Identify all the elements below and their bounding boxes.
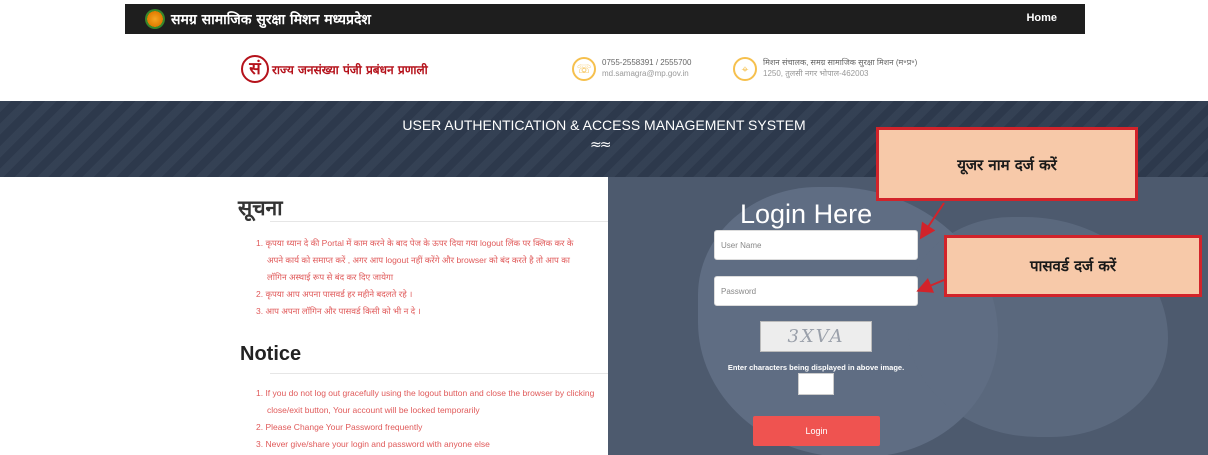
contact-phone: ☏ 0755-2558391 / 2555700 md.samagra@mp.g…	[572, 57, 691, 81]
site-title: समग्र सामाजिक सुरक्षा मिशन मध्यप्रदेश	[171, 11, 371, 28]
login-title: Login Here	[740, 199, 873, 229]
username-placeholder: User Name	[721, 241, 762, 250]
captcha-image: 3XVA	[760, 321, 872, 352]
list-item: लॉगिन अस्थाई रूप से बंद कर दिए जायेगा	[267, 272, 394, 282]
location-pin-icon: ⌖	[733, 57, 757, 81]
divider	[270, 373, 610, 374]
list-item: close/exit button, Your account will be …	[267, 405, 480, 415]
brand[interactable]: सं राज्य जनसंख्या पंजी प्रबंधन प्रणाली	[241, 55, 428, 83]
list-item: 3. आप अपना लॉगिन और पासवर्ड किसी को भी न…	[256, 306, 421, 316]
notice-heading-hindi: सूचना	[238, 195, 283, 220]
notice-panel: सूचना 1. कृपया ध्यान दे की Portal में का…	[0, 177, 610, 455]
password-callout: पासवर्ड दर्ज करें	[944, 235, 1202, 297]
captcha-hint: Enter characters being displayed in abov…	[727, 363, 905, 372]
phone-number: 0755-2558391 / 2555700	[602, 58, 692, 67]
list-item: अपने कार्य को समाप्त करें , अगर आप logou…	[267, 255, 570, 265]
username-callout: यूजर नाम दर्ज करें	[876, 127, 1138, 201]
top-bar-inner: समग्र सामाजिक सुरक्षा मिशन मध्यप्रदेश Ho…	[125, 4, 1085, 34]
phone-icon: ☏	[572, 57, 596, 81]
contact-address: ⌖ मिशन संचालक, समग्र सामाजिक सुरक्षा मिश…	[733, 57, 917, 81]
password-placeholder: Password	[721, 287, 757, 296]
brand-name: राज्य जनसंख्या पंजी प्रबंधन प्रणाली	[272, 62, 428, 77]
mission-logo-icon	[145, 9, 165, 29]
notice-heading-english: Notice	[240, 343, 302, 365]
list-item: 2. Please Change Your Password frequentl…	[256, 422, 423, 432]
password-input[interactable]: Password	[714, 276, 918, 306]
divider	[270, 221, 610, 222]
address-line-1: मिशन संचालक, समग्र सामाजिक सुरक्षा मिशन …	[763, 58, 918, 67]
home-link[interactable]: Home	[1026, 12, 1057, 24]
contact-email: md.samagra@mp.gov.in	[602, 69, 689, 78]
wave-icon: ≈≈	[590, 137, 612, 153]
notice-list-english: 1. If you do not log out gracefully usin…	[256, 385, 608, 453]
address-line-2: 1250, तुलसी नगर भोपाल-462003	[763, 69, 869, 78]
top-bar: समग्र सामाजिक सुरक्षा मिशन मध्यप्रदेश Ho…	[0, 0, 1208, 37]
list-item: 3. Never give/share your login and passw…	[256, 439, 490, 449]
captcha-input[interactable]	[798, 373, 834, 395]
login-panel: Login Here User Name Password 3XVA Enter…	[608, 177, 1208, 455]
notice-list-hindi: 1. कृपया ध्यान दे की Portal में काम करने…	[256, 235, 608, 320]
login-button[interactable]: Login	[753, 416, 880, 446]
brand-logo-icon: सं	[241, 55, 269, 83]
site-header: सं राज्य जनसंख्या पंजी प्रबंधन प्रणाली ☏…	[0, 37, 1208, 101]
list-item: 1. कृपया ध्यान दे की Portal में काम करने…	[256, 238, 574, 248]
list-item: 2. कृपया आप अपना पासवर्ड हर महीने बदलते …	[256, 289, 413, 299]
username-input[interactable]: User Name	[714, 230, 918, 260]
list-item: 1. If you do not log out gracefully usin…	[256, 388, 595, 398]
